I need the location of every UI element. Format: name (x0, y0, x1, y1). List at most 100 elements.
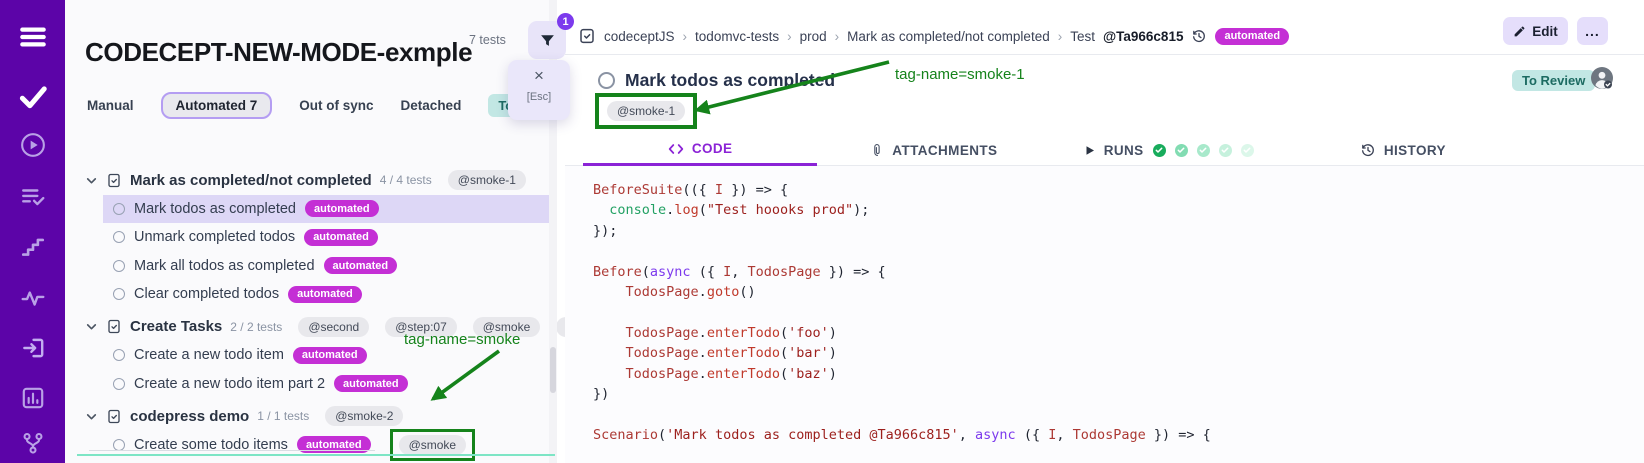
suite-tag[interactable]: @second (298, 317, 369, 337)
breadcrumb-separator-icon: › (787, 29, 792, 44)
automated-badge: automated (304, 229, 378, 246)
sidebar-menu-icon[interactable] (17, 21, 49, 53)
more-options-button[interactable]: ... (1577, 17, 1608, 45)
sidebar-steps-icon[interactable] (17, 231, 49, 263)
suite-doc-icon (106, 318, 122, 335)
breadcrumb-item[interactable]: prod (800, 29, 827, 44)
code-line: TodosPage.enterTodo('foo') (593, 323, 1644, 343)
list-filter-tabs: ManualAutomated 7Out of syncDetachedTo R… (87, 90, 572, 120)
tab-manual[interactable]: Manual (87, 98, 134, 113)
automated-badge: automated (305, 200, 379, 217)
test-row[interactable]: Unmark completed todos automated (103, 223, 557, 252)
edit-button[interactable]: Edit (1503, 17, 1568, 45)
edit-button-label: Edit (1532, 24, 1558, 39)
suite-doc-icon (106, 408, 122, 425)
sidebar-activity-icon[interactable] (17, 282, 49, 314)
sidebar-list-check-icon[interactable] (17, 181, 49, 213)
suite-test-count: 4 / 4 tests (380, 173, 432, 187)
history-icon (1191, 28, 1207, 44)
status-badge: To Review (1512, 70, 1595, 91)
drop-indicator-line (77, 454, 555, 456)
test-name: Create a new todo item part 2 (134, 376, 325, 392)
test-status-circle-icon (113, 231, 125, 243)
code-line: }) (593, 384, 1644, 404)
code-line: Before(async ({ I, TodosPage }) => { (593, 262, 1644, 282)
code-line: console.log("Test hoooks prod"); (593, 200, 1644, 220)
tab-detached[interactable]: Detached (401, 98, 462, 113)
left-scrollbar-thumb[interactable] (550, 347, 556, 393)
detail-tabs: CODE ATTACHMENTS RUNS HISTORY (583, 134, 1520, 166)
tab-attachments[interactable]: ATTACHMENTS (817, 134, 1051, 166)
suite-tag[interactable]: @smoke-2 (325, 406, 403, 426)
test-status-circle-icon (113, 378, 125, 390)
highlighted-tag-box: @smoke-1 (595, 93, 697, 129)
pencil-icon (1513, 25, 1526, 38)
automated-badge: automated (293, 347, 367, 364)
sidebar-check-icon[interactable] (17, 81, 49, 113)
test-status-circle-icon (113, 349, 125, 361)
suite-row[interactable]: Mark as completed/not completed 4 / 4 tes… (65, 166, 557, 195)
history-icon (1360, 142, 1376, 158)
tab-out-of-sync[interactable]: Out of sync (299, 98, 373, 113)
run-status-check-icon (1153, 144, 1166, 157)
test-name: Mark todos as completed (134, 201, 296, 217)
test-tree: Mark as completed/not completed 4 / 4 tes… (65, 162, 557, 459)
test-detail-panel: codeceptJS › todomvc-tests › prod › Mark as co… (565, 0, 1644, 463)
breadcrumb-item[interactable]: codeceptJS (604, 29, 675, 44)
automated-badge: automated (1215, 28, 1289, 45)
breadcrumb-item[interactable]: todomvc-tests (695, 29, 779, 44)
suite-row[interactable]: codepress demo1 / 1 tests@smoke-2 (65, 402, 557, 431)
tab-automated[interactable]: Automated 7 (161, 92, 273, 119)
tab-runs[interactable]: RUNS (1052, 134, 1286, 166)
test-tag[interactable]: @smoke-1 (607, 101, 685, 121)
automated-badge: automated (324, 257, 398, 274)
code-icon (668, 142, 684, 156)
test-status-circle-icon (113, 439, 125, 451)
run-status-check-icon (1219, 144, 1232, 157)
filter-count-badge: 1 (557, 13, 574, 30)
suite-test-count: 1 / 1 tests (257, 409, 309, 423)
close-icon[interactable]: × (534, 67, 544, 84)
breadcrumb-separator-icon: › (683, 29, 688, 44)
sidebar-chart-icon[interactable] (17, 382, 49, 414)
test-title-row: Mark todos as completed (598, 68, 835, 93)
test-name: Create a new todo item (134, 347, 284, 363)
sidebar-login-icon[interactable] (17, 332, 49, 364)
test-row[interactable]: Mark todos as completed automated (103, 195, 557, 224)
test-status-circle-icon (598, 72, 615, 89)
code-line (593, 404, 1644, 424)
filter-icon (539, 32, 556, 49)
tab-label: RUNS (1104, 143, 1144, 158)
test-tag[interactable]: @smoke (399, 435, 467, 455)
code-line: TodosPage.enterTodo('bar') (593, 343, 1644, 363)
test-row[interactable]: Mark all todos as completedautomated (103, 252, 557, 281)
row-divider (89, 450, 375, 451)
tab-code[interactable]: CODE (583, 134, 817, 166)
sidebar-branch-icon[interactable] (17, 427, 49, 459)
tests-count: 7 tests (469, 33, 506, 47)
chevron-down-icon (85, 410, 98, 423)
tab-history[interactable]: HISTORY (1286, 134, 1520, 166)
breadcrumb-item[interactable]: Test (1070, 29, 1095, 44)
tab-label: CODE (692, 141, 733, 156)
test-row[interactable]: Create a new todo item part 2 automated (103, 370, 557, 399)
code-line (593, 241, 1644, 261)
app-sidebar (0, 0, 65, 463)
filter-popup: × [Esc] (508, 60, 570, 120)
test-name: Unmark completed todos (134, 229, 295, 245)
breadcrumb-separator-icon: › (835, 29, 840, 44)
suite-name: Mark as completed/not completed (130, 172, 372, 189)
suite-tag[interactable]: @smoke-1 (448, 170, 526, 190)
sidebar-play-circle-icon[interactable] (17, 129, 49, 161)
code-line: BeforeSuite(({ I }) => { (593, 180, 1644, 200)
run-status-check-icon (1197, 144, 1210, 157)
code-line: Scenario('Mark todos as completed @Ta966… (593, 425, 1644, 445)
breadcrumb-separator-icon: › (1058, 29, 1063, 44)
automated-badge: automated (334, 375, 408, 392)
breadcrumb-test-id: @Ta966c815 (1103, 29, 1183, 44)
breadcrumb-item[interactable]: Mark as completed/not completed (847, 29, 1050, 44)
test-row[interactable]: Clear completed todosautomated (103, 280, 557, 309)
test-status-circle-icon (113, 288, 125, 300)
avatar[interactable] (1590, 66, 1614, 90)
attachment-icon (871, 142, 884, 158)
